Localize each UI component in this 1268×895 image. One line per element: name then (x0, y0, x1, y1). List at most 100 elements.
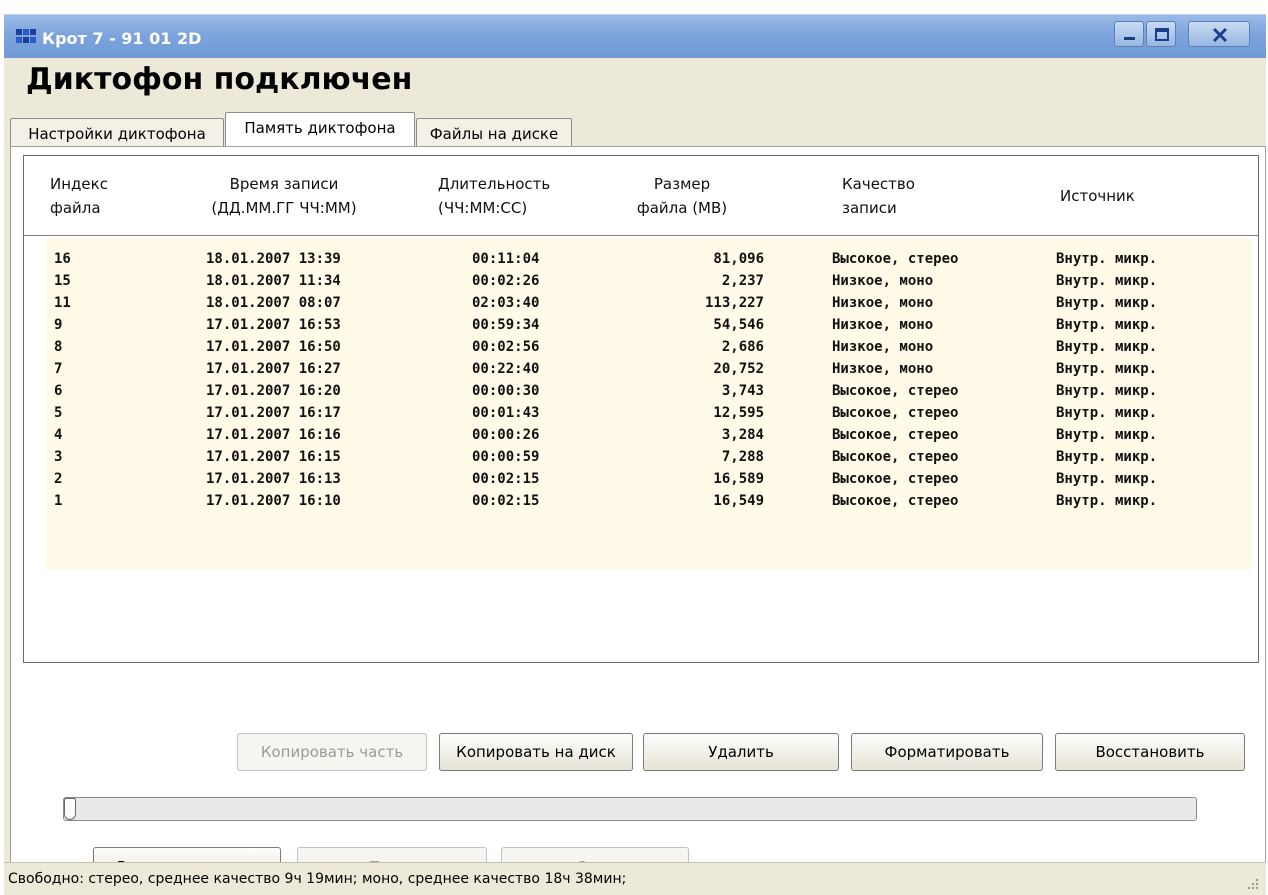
cell-duration: 00:02:56 (472, 339, 540, 355)
cell-index: 7 (54, 361, 63, 377)
resize-grip-icon[interactable] (1246, 877, 1260, 891)
tab-settings[interactable]: Настройки диктофона (10, 118, 224, 148)
position-slider[interactable] (63, 797, 1197, 821)
cell-size: 20,752 (713, 361, 764, 377)
cell-index: 15 (54, 273, 71, 289)
cell-duration: 00:00:30 (472, 383, 540, 399)
cell-index: 11 (54, 295, 71, 311)
cell-quality: Низкое, моно (832, 295, 934, 311)
cell-quality: Низкое, моно (832, 317, 934, 333)
tab-memory[interactable]: Память диктофона (225, 112, 415, 146)
cell-size: 16,589 (713, 471, 764, 487)
table-row[interactable]: 11 18.01.2007 08:07 02:03:40 113,227 Низкое,… (24, 292, 1258, 314)
close-icon (1212, 27, 1228, 43)
cell-source: Внутр. микр. (1056, 471, 1158, 487)
table-row[interactable]: 6 17.01.2007 16:20 00:00:30 3,743 Высокое, с… (24, 380, 1258, 402)
cell-index: 16 (54, 251, 71, 267)
cell-quality: Высокое, стерео (832, 427, 959, 443)
cell-index: 1 (54, 493, 63, 509)
cell-time: 18.01.2007 11:34 (206, 273, 341, 289)
cell-source: Внутр. микр. (1056, 339, 1158, 355)
cell-duration: 00:00:59 (472, 449, 540, 465)
cell-quality: Низкое, моно (832, 361, 934, 377)
table-row[interactable]: 2 17.01.2007 16:13 00:02:15 16,589 Высокое, … (24, 468, 1258, 490)
col-source-header[interactable]: Источник (1060, 184, 1135, 208)
table-row[interactable]: 1 17.01.2007 16:10 00:02:15 16,549 Высокое, … (24, 490, 1258, 512)
cell-duration: 00:02:15 (472, 493, 540, 509)
tab-label: Файлы на диске (429, 125, 559, 143)
cell-quality: Высокое, стерео (832, 493, 959, 509)
cell-size: 7,288 (721, 449, 764, 465)
cell-duration: 00:11:04 (472, 251, 540, 267)
cell-index: 9 (54, 317, 63, 333)
cell-source: Внутр. микр. (1056, 251, 1158, 267)
cell-quality: Низкое, моно (832, 273, 934, 289)
cell-source: Внутр. микр. (1056, 449, 1158, 465)
table-row[interactable]: 3 17.01.2007 16:15 00:00:59 7,288 Высокое, с… (24, 446, 1258, 468)
cell-size: 16,549 (713, 493, 764, 509)
cell-size: 3,284 (721, 427, 764, 443)
copy-part-button[interactable]: Копировать часть (237, 733, 427, 771)
col-time-header[interactable]: Время записи (ДД.ММ.ГГ ЧЧ:ММ) (194, 172, 374, 220)
table-header: Индекс файла Время записи (ДД.ММ.ГГ ЧЧ:М… (24, 156, 1258, 236)
cell-size: 54,546 (713, 317, 764, 333)
cell-size: 81,096 (713, 251, 764, 267)
col-duration-header[interactable]: Длительность (ЧЧ:ММ:СС) (438, 172, 550, 220)
window-title: Крот 7 - 91 01 2D (42, 29, 202, 48)
cell-index: 4 (54, 427, 63, 443)
cell-source: Внутр. микр. (1056, 383, 1158, 399)
cell-time: 17.01.2007 16:20 (206, 383, 341, 399)
table-row[interactable]: 5 17.01.2007 16:17 00:01:43 12,595 Высокое, … (24, 402, 1258, 424)
col-index-header[interactable]: Индекс файла (50, 172, 108, 220)
cell-index: 5 (54, 405, 63, 421)
cell-quality: Высокое, стерео (832, 405, 959, 421)
copy-to-disk-button[interactable]: Копировать на диск (439, 733, 633, 771)
table-row[interactable]: 7 17.01.2007 16:27 00:22:40 20,752 Низкое, м… (24, 358, 1258, 380)
format-button[interactable]: Форматировать (851, 733, 1043, 771)
table-row[interactable]: 15 18.01.2007 11:34 00:02:26 2,237 Низкое, м… (24, 270, 1258, 292)
status-text: Свободно: стерео, среднее качество 9ч 19… (8, 871, 627, 887)
cell-time: 18.01.2007 08:07 (206, 295, 341, 311)
cell-size: 2,237 (721, 273, 764, 289)
tab-label: Настройки диктофона (28, 125, 206, 143)
position-slider-thumb[interactable] (64, 798, 76, 820)
title-bar[interactable]: Крот 7 - 91 01 2D (4, 14, 1266, 58)
table-row[interactable]: 9 17.01.2007 16:53 00:59:34 54,546 Низкое, м… (24, 314, 1258, 336)
tab-disk-files[interactable]: Файлы на диске (416, 118, 572, 148)
cell-index: 6 (54, 383, 63, 399)
cell-source: Внутр. микр. (1056, 427, 1158, 443)
cell-time: 17.01.2007 16:17 (206, 405, 341, 421)
close-button[interactable] (1188, 21, 1250, 47)
cell-quality: Высокое, стерео (832, 251, 959, 267)
cell-time: 17.01.2007 16:16 (206, 427, 341, 443)
delete-button[interactable]: Удалить (643, 733, 839, 771)
cell-index: 2 (54, 471, 63, 487)
cell-duration: 00:22:40 (472, 361, 540, 377)
minimize-button[interactable] (1114, 21, 1144, 47)
cell-size: 2,686 (721, 339, 764, 355)
window-body: Диктофон подключен Настройки диктофона П… (4, 58, 1266, 895)
col-size-header[interactable]: Размер файла (MB) (622, 172, 742, 220)
cell-quality: Высокое, стерео (832, 449, 959, 465)
cell-source: Внутр. микр. (1056, 361, 1158, 377)
table-row[interactable]: 16 18.01.2007 13:39 00:11:04 81,096 Высокое,… (24, 248, 1258, 270)
file-list[interactable]: Индекс файла Время записи (ДД.ММ.ГГ ЧЧ:М… (23, 155, 1259, 663)
cell-source: Внутр. микр. (1056, 493, 1158, 509)
table-row[interactable]: 4 17.01.2007 16:16 00:00:26 3,284 Высокое, с… (24, 424, 1258, 446)
cell-size: 12,595 (713, 405, 764, 421)
cell-quality: Высокое, стерео (832, 383, 959, 399)
col-quality-header[interactable]: Качество записи (842, 172, 915, 220)
cell-source: Внутр. микр. (1056, 317, 1158, 333)
page-title: Диктофон подключен (26, 62, 413, 97)
table-row[interactable]: 8 17.01.2007 16:50 00:02:56 2,686 Низкое, мо… (24, 336, 1258, 358)
cell-duration: 00:02:26 (472, 273, 540, 289)
cell-duration: 02:03:40 (472, 295, 540, 311)
maximize-button[interactable] (1146, 21, 1176, 47)
cell-time: 17.01.2007 16:27 (206, 361, 341, 377)
cell-time: 17.01.2007 16:13 (206, 471, 341, 487)
restore-button[interactable]: Восстановить (1055, 733, 1245, 771)
desktop-strip (0, 0, 1268, 14)
app-icon (16, 27, 36, 45)
cell-size: 3,743 (721, 383, 764, 399)
cell-duration: 00:02:15 (472, 471, 540, 487)
